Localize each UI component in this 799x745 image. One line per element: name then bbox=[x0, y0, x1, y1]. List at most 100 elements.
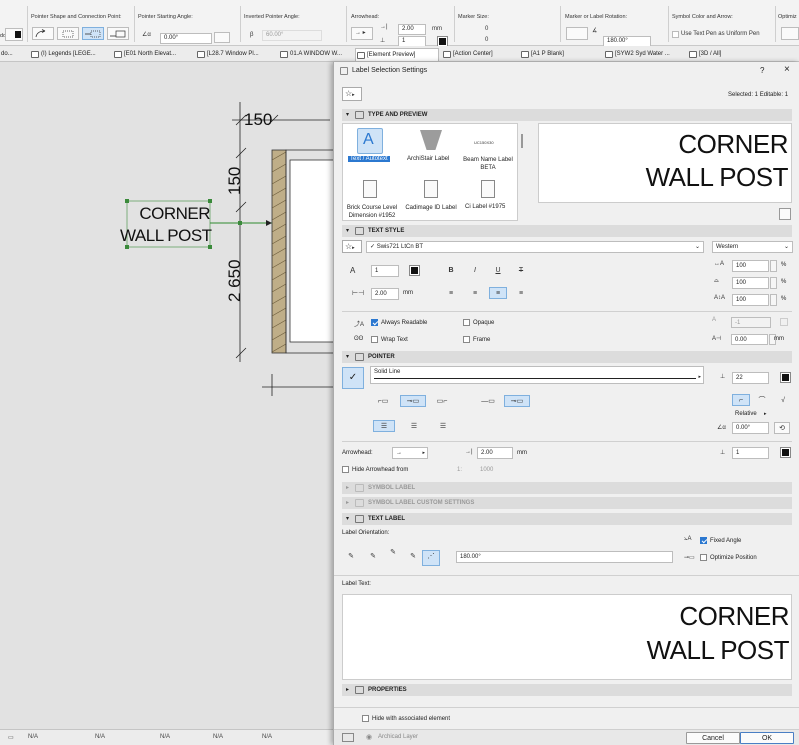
pointer-bent-button[interactable]: ⌒ bbox=[753, 394, 771, 406]
status-na-3[interactable]: N/A bbox=[160, 734, 170, 740]
optimize-position-checkbox[interactable] bbox=[700, 554, 707, 561]
anchor-b-button[interactable]: ☰ bbox=[404, 420, 424, 432]
orient-custom-button[interactable]: ⋰ bbox=[422, 550, 440, 566]
align-left-button[interactable]: ≡ bbox=[442, 287, 460, 299]
connect-top-left-button[interactable]: ⌐▭ bbox=[373, 395, 393, 407]
label-text-editor[interactable]: CORNER WALL POST bbox=[342, 594, 792, 680]
tab-action-center[interactable]: [Action Center] bbox=[442, 48, 493, 61]
pointer-line-type-select[interactable]: Solid Line ▸ bbox=[370, 366, 704, 384]
fixed-angle-checkbox[interactable] bbox=[700, 537, 707, 544]
cadimage-id-icon[interactable] bbox=[424, 180, 438, 198]
section-text-label[interactable]: ▾ TEXT LABEL bbox=[342, 513, 792, 525]
orient-angle-90-button[interactable]: ✎ bbox=[384, 546, 402, 558]
dimension-150-top[interactable]: 150 bbox=[244, 110, 272, 130]
archistair-icon[interactable] bbox=[420, 130, 442, 150]
bold-button[interactable]: B bbox=[442, 264, 460, 276]
pen-color-button[interactable] bbox=[5, 28, 23, 41]
help-icon[interactable]: ? bbox=[760, 66, 764, 75]
tab-window-schedule[interactable]: 01.A WINDOW W... bbox=[279, 48, 342, 61]
pointer-angle-input[interactable]: 0.00° bbox=[732, 422, 769, 434]
width-factor-input[interactable]: 100 bbox=[732, 260, 769, 272]
frame-checkbox[interactable] bbox=[463, 336, 470, 343]
connection-bottom-button[interactable] bbox=[107, 27, 129, 40]
drawing-canvas[interactable]: 150 150 2 650 CORNER WALL POST bbox=[0, 62, 334, 730]
hide-with-element-checkbox[interactable] bbox=[362, 715, 369, 722]
slant-spinner[interactable] bbox=[770, 294, 777, 306]
type-brick-course[interactable]: Brick Course Level Dimension #1952 bbox=[343, 204, 401, 220]
uniform-pen-checkbox[interactable] bbox=[672, 31, 679, 38]
char-spacing-input[interactable]: 100 bbox=[732, 277, 769, 289]
orient-horizontal-button[interactable]: ✎ bbox=[342, 550, 360, 562]
align-center-button[interactable]: ≡ bbox=[466, 287, 484, 299]
status-na-2[interactable]: N/A bbox=[95, 734, 105, 740]
connect-mid-left-button[interactable]: ⊸▭ bbox=[400, 395, 426, 407]
tab-window-plan[interactable]: [L28.7 Window Pl... bbox=[196, 48, 259, 61]
arrow-pen-swatch[interactable] bbox=[780, 447, 791, 458]
anchor-a-button[interactable]: ☰ bbox=[373, 420, 395, 432]
tab-a1-blank[interactable]: [A1 P Blank] bbox=[520, 48, 564, 61]
text-autotext-icon[interactable]: A bbox=[357, 128, 383, 154]
width-factor-spinner[interactable] bbox=[770, 260, 777, 272]
font-select[interactable]: ✓ Swis721 LtCn BT ⌄ bbox=[366, 241, 704, 253]
arrow-pen-swatch[interactable] bbox=[437, 36, 448, 47]
connect-bottom-left-button[interactable]: ▭⌐ bbox=[432, 395, 452, 407]
encoding-select[interactable]: Western ⌄ bbox=[712, 241, 793, 253]
section-text-style[interactable]: ▾ TEXT STYLE bbox=[342, 225, 792, 237]
text-size-input[interactable]: 2.00 bbox=[371, 288, 399, 300]
arrowhead-type-button[interactable]: → ▸ bbox=[351, 27, 373, 40]
strikethrough-button[interactable]: T bbox=[512, 264, 530, 276]
tab-cut[interactable]: do... bbox=[0, 48, 13, 61]
status-na-4[interactable]: N/A bbox=[213, 734, 223, 740]
preview-options-button[interactable] bbox=[779, 208, 791, 220]
pointer-straight-button[interactable]: ⌐ bbox=[732, 394, 750, 406]
brick-course-icon[interactable] bbox=[363, 180, 377, 198]
relative-label[interactable]: Relative bbox=[735, 411, 757, 417]
close-icon[interactable]: × bbox=[784, 64, 790, 75]
pointer-curve-button[interactable] bbox=[32, 27, 54, 40]
start-angle-input[interactable]: 0.00° bbox=[160, 33, 212, 44]
connection-side-button[interactable] bbox=[82, 27, 104, 40]
italic-button[interactable]: I bbox=[466, 264, 484, 276]
orientation-angle-input[interactable]: 180.00° bbox=[456, 551, 673, 563]
arrow-size-input[interactable]: 2.00 bbox=[398, 24, 426, 35]
frame-offset-input[interactable]: 0.00 bbox=[731, 334, 768, 345]
pointer-spline-button[interactable]: √ bbox=[774, 394, 792, 406]
text-pen-input[interactable]: 1 bbox=[371, 265, 399, 277]
favorites-button[interactable]: ☆▸ bbox=[342, 87, 362, 101]
tab-3d-all[interactable]: [3D / All] bbox=[688, 48, 721, 61]
connect-underline-button[interactable]: ⊸▭ bbox=[504, 395, 530, 407]
pick-angle-button[interactable] bbox=[214, 32, 230, 43]
tab-north-elevation[interactable]: [E01 North Elevat... bbox=[113, 48, 176, 61]
layer-name[interactable]: Archicad Layer bbox=[378, 734, 418, 740]
align-justify-button[interactable]: ≡ bbox=[512, 287, 530, 299]
type-ci-label[interactable]: Ci Label #1975 bbox=[465, 204, 505, 210]
pick-pointer-angle-button[interactable]: ⟲ bbox=[774, 422, 790, 434]
align-right-button[interactable]: ≡ bbox=[489, 287, 507, 299]
always-readable-checkbox[interactable] bbox=[371, 319, 378, 326]
dimension-2650[interactable]: 2 650 bbox=[225, 259, 245, 302]
pointer-pen-swatch[interactable] bbox=[780, 372, 791, 383]
type-text-autotext[interactable]: Text / Autotext bbox=[348, 156, 390, 162]
underline-button[interactable]: U bbox=[489, 264, 507, 276]
type-list-scrollbar[interactable] bbox=[521, 134, 523, 148]
relative-chevron-icon[interactable]: ▸ bbox=[764, 411, 767, 417]
orient-parallel-button[interactable]: ✎ bbox=[404, 550, 422, 562]
label-type-list[interactable]: A Text / Autotext ArchiStair Label UC150… bbox=[342, 123, 518, 221]
tab-syd-water[interactable]: [SYW2 Syd Water ... bbox=[604, 48, 670, 61]
opaque-checkbox[interactable] bbox=[463, 319, 470, 326]
arrow-size-input[interactable]: 2.00 bbox=[477, 447, 513, 459]
slant-input[interactable]: 100 bbox=[732, 294, 769, 306]
arrow-pen-input[interactable]: 1 bbox=[732, 447, 769, 459]
pointer-pen-input[interactable]: 22 bbox=[732, 372, 769, 384]
connect-bottom-button[interactable]: —▭ bbox=[478, 395, 498, 407]
pointer-type-button[interactable]: ✓ bbox=[342, 367, 364, 389]
arrowhead-select[interactable]: → ▸ bbox=[392, 447, 428, 459]
layer-eye-icon[interactable]: ◉ bbox=[366, 733, 372, 741]
rotation-type-button[interactable] bbox=[566, 27, 588, 40]
anchor-c-button[interactable]: ☰ bbox=[433, 420, 453, 432]
section-type-preview[interactable]: ▾ TYPE AND PREVIEW bbox=[342, 109, 792, 121]
section-pointer[interactable]: ▾ POINTER bbox=[342, 351, 792, 363]
canvas-label[interactable]: CORNER WALL POST bbox=[120, 203, 212, 247]
char-spacing-spinner[interactable] bbox=[770, 277, 777, 289]
wrap-text-checkbox[interactable] bbox=[371, 336, 378, 343]
